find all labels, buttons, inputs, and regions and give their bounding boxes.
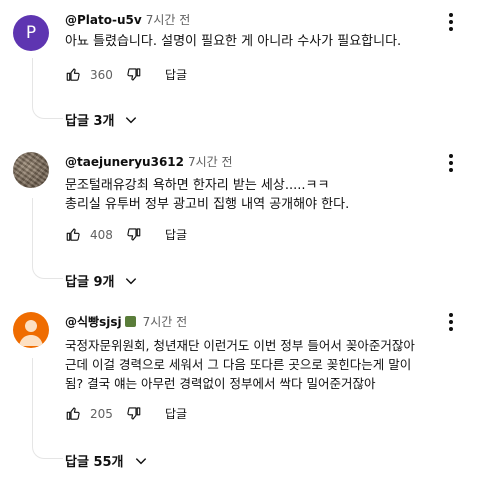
comment-actions: 408 답글 [66, 226, 187, 243]
thread-line [32, 358, 63, 459]
view-replies-button[interactable]: 답글 9개 [65, 271, 138, 290]
member-badge-icon [124, 316, 136, 327]
comment-time[interactable]: 7시간 전 [188, 155, 233, 169]
comment-actions: 360 답글 [66, 66, 187, 83]
comment-time[interactable]: 7시간 전 [146, 13, 191, 27]
like-count: 205 [90, 406, 113, 421]
default-avatar-icon [19, 320, 43, 346]
thumb-up-icon[interactable] [66, 406, 81, 421]
like-count: 360 [90, 67, 113, 82]
avatar[interactable]: P [13, 15, 49, 51]
comment-author[interactable]: @taejuneryu3612 [65, 155, 184, 169]
chevron-down-icon [126, 116, 137, 123]
replies-count: 답글 9개 [65, 275, 115, 290]
thumb-up-icon[interactable] [66, 227, 81, 242]
chevron-down-icon [135, 457, 146, 464]
more-vert-icon[interactable] [444, 154, 458, 172]
reply-button[interactable]: 답글 [165, 226, 187, 243]
comment-line: 문조털래유강최 욕하면 한자리 받는 세상.....ㅋㅋ [65, 178, 330, 193]
comment-line: 아뇨 틀렸습니다. 설명이 필요한 게 아니라 수사가 필요합니다. [65, 34, 402, 49]
more-vert-icon[interactable] [444, 13, 458, 31]
comment-actions: 205 답글 [66, 405, 187, 422]
comment-line: 근데 이걸 경력으로 세워서 그 다음 또다른 곳으로 꽂힌다는게 말이 [65, 357, 412, 372]
view-replies-button[interactable]: 답글 55개 [65, 451, 148, 470]
chevron-down-icon [126, 277, 137, 284]
thread-line [32, 58, 63, 119]
more-vert-icon[interactable] [444, 313, 458, 331]
like-count: 408 [90, 227, 113, 242]
comment-text: 아뇨 틀렸습니다. 설명이 필요한 게 아니라 수사가 필요합니다. [65, 32, 440, 51]
avatar-letter: P [25, 23, 37, 43]
comment-text: 국정자문위원회, 청년재단 이런거도 이번 정부 들어서 꽂아준거잖아 근데 이… [65, 336, 440, 393]
thread-line [32, 198, 63, 279]
reply-button[interactable]: 답글 [165, 66, 187, 83]
comment-text: 문조털래유강최 욕하면 한자리 받는 세상.....ㅋㅋ 총리실 유투버 정부 … [65, 176, 440, 214]
comment-line: 국정자문위원회, 청년재단 이런거도 이번 정부 들어서 꽂아준거잖아 [65, 338, 415, 353]
comment-body: @식빵sjsj 7시간 전 국정자문위원회, 청년재단 이런거도 이번 정부 들어… [65, 314, 440, 393]
replies-count: 답글 3개 [65, 114, 115, 129]
replies-count: 답글 55개 [65, 455, 124, 470]
comment-time[interactable]: 7시간 전 [143, 315, 188, 329]
comment-body: @Plato-u5v 7시간 전 아뇨 틀렸습니다. 설명이 필요한 게 아니라 … [65, 12, 440, 51]
thumb-down-icon[interactable] [126, 406, 141, 421]
reply-button[interactable]: 답글 [165, 405, 187, 422]
avatar[interactable] [13, 152, 49, 188]
comment-author[interactable]: @Plato-u5v [65, 13, 142, 27]
comment-line: 됨? 결국 얘는 아무런 경력없이 정부에서 싹다 밀어준거잖아 [65, 376, 376, 391]
avatar[interactable] [13, 312, 49, 348]
comment-line: 총리실 유투버 정부 광고비 집행 내역 공개해야 한다. [65, 197, 350, 212]
comment-author[interactable]: @식빵sjsj [65, 315, 122, 329]
comment-body: @taejuneryu3612 7시간 전 문조털래유강최 욕하면 한자리 받는 … [65, 154, 440, 214]
view-replies-button[interactable]: 답글 3개 [65, 110, 138, 129]
thumb-down-icon[interactable] [126, 67, 141, 82]
thumb-up-icon[interactable] [66, 67, 81, 82]
thumb-down-icon[interactable] [126, 227, 141, 242]
